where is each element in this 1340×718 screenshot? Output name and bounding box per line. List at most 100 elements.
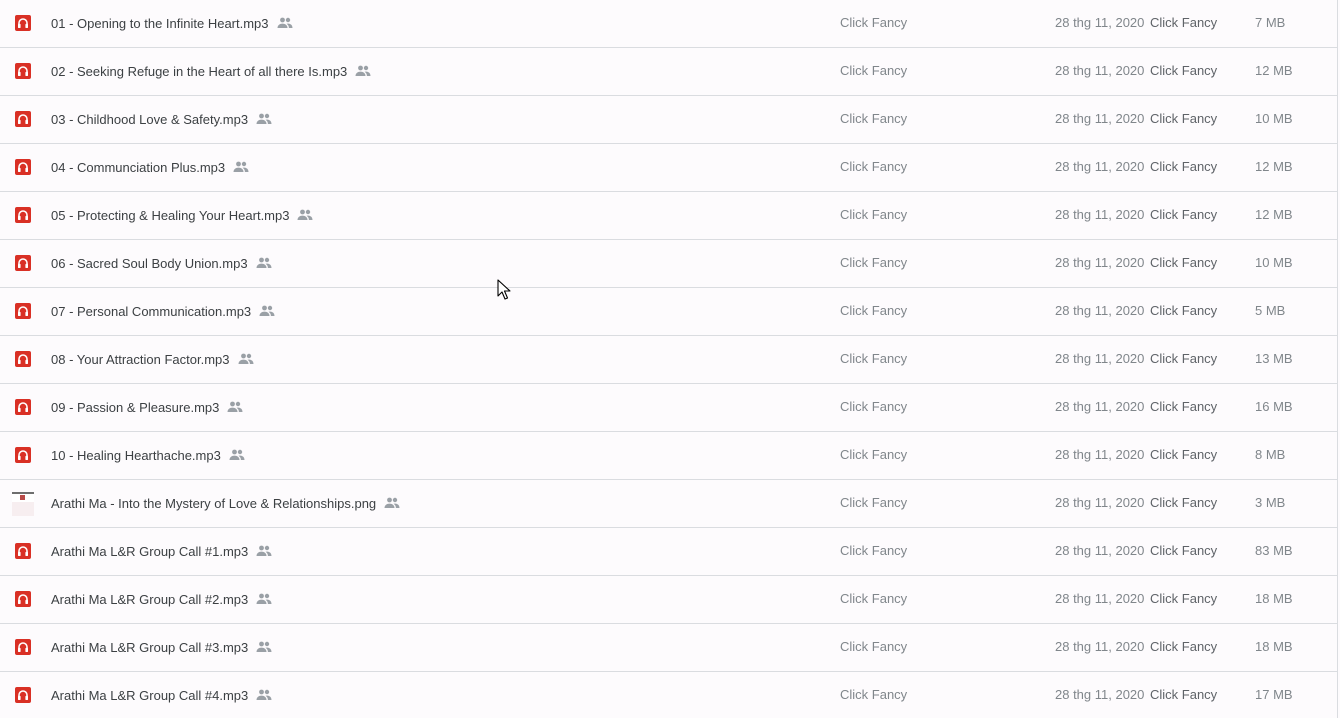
file-row[interactable]: 07 - Personal Communication.mp3 Click Fan… <box>0 288 1337 336</box>
modified-date: 28 thg 11, 2020 <box>1055 63 1145 78</box>
modified-by: Click Fancy <box>1150 447 1218 462</box>
owner: Click Fancy <box>840 207 908 222</box>
file-name[interactable]: 05 - Protecting & Healing Your Heart.mp3 <box>51 208 313 224</box>
people-shared-icon <box>238 353 254 365</box>
file-size: 18 MB <box>1255 591 1293 606</box>
owner: Click Fancy <box>840 351 908 366</box>
file-row[interactable]: 02 - Seeking Refuge in the Heart of all … <box>0 48 1337 96</box>
file-row[interactable]: Arathi Ma L&R Group Call #4.mp3 Click Fan… <box>0 672 1337 718</box>
file-name[interactable]: 06 - Sacred Soul Body Union.mp3 <box>51 256 272 272</box>
owner: Click Fancy <box>840 399 908 414</box>
audio-file-icon <box>15 15 31 31</box>
file-name[interactable]: 08 - Your Attraction Factor.mp3 <box>51 352 254 368</box>
people-shared-icon <box>229 449 245 461</box>
file-name[interactable]: 02 - Seeking Refuge in the Heart of all … <box>51 64 371 80</box>
file-name-text: Arathi Ma L&R Group Call #1.mp3 <box>51 544 249 559</box>
file-name[interactable]: 10 - Healing Hearthache.mp3 <box>51 448 245 464</box>
file-name[interactable]: 07 - Personal Communication.mp3 <box>51 304 275 320</box>
file-list: 01 - Opening to the Infinite Heart.mp3 Cl… <box>0 0 1338 718</box>
people-shared-icon <box>256 689 272 701</box>
file-name[interactable]: Arathi Ma L&R Group Call #3.mp3 <box>51 640 272 656</box>
file-name[interactable]: Arathi Ma L&R Group Call #4.mp3 <box>51 688 272 704</box>
modified-date: 28 thg 11, 2020 <box>1055 639 1145 654</box>
people-shared-icon <box>384 497 400 509</box>
audio-file-icon <box>15 543 31 559</box>
owner: Click Fancy <box>840 495 908 510</box>
file-row[interactable]: 09 - Passion & Pleasure.mp3 Click Fancy 28… <box>0 384 1337 432</box>
file-name[interactable]: 01 - Opening to the Infinite Heart.mp3 <box>51 16 293 32</box>
audio-file-icon <box>15 111 31 127</box>
people-shared-icon <box>256 257 272 269</box>
modified-date: 28 thg 11, 2020 <box>1055 207 1145 222</box>
file-name[interactable]: 03 - Childhood Love & Safety.mp3 <box>51 112 272 128</box>
people-shared-icon <box>259 305 275 317</box>
owner: Click Fancy <box>840 639 908 654</box>
modified-by: Click Fancy <box>1150 591 1218 606</box>
modified-date: 28 thg 11, 2020 <box>1055 255 1145 270</box>
file-size: 12 MB <box>1255 207 1293 222</box>
owner: Click Fancy <box>840 303 908 318</box>
file-size: 83 MB <box>1255 543 1293 558</box>
file-name-text: 06 - Sacred Soul Body Union.mp3 <box>51 256 248 271</box>
modified-by: Click Fancy <box>1150 207 1218 222</box>
audio-file-icon <box>15 351 31 367</box>
people-shared-icon <box>227 401 243 413</box>
file-size: 3 MB <box>1255 495 1286 510</box>
file-row[interactable]: 04 - Communciation Plus.mp3 Click Fancy 28… <box>0 144 1337 192</box>
file-row[interactable]: Arathi Ma L&R Group Call #1.mp3 Click Fan… <box>0 528 1337 576</box>
file-name-text: Arathi Ma - Into the Mystery of Love & R… <box>51 496 377 511</box>
audio-file-icon <box>15 639 31 655</box>
people-shared-icon <box>256 593 272 605</box>
file-name-text: 10 - Healing Hearthache.mp3 <box>51 448 221 463</box>
modified-date: 28 thg 11, 2020 <box>1055 159 1145 174</box>
owner: Click Fancy <box>840 543 908 558</box>
file-size: 18 MB <box>1255 639 1293 654</box>
file-row[interactable]: 05 - Protecting & Healing Your Heart.mp3… <box>0 192 1337 240</box>
file-size: 10 MB <box>1255 111 1293 126</box>
modified-by: Click Fancy <box>1150 687 1218 702</box>
file-size: 12 MB <box>1255 159 1293 174</box>
file-row[interactable]: Arathi Ma L&R Group Call #2.mp3 Click Fan… <box>0 576 1337 624</box>
file-size: 13 MB <box>1255 351 1293 366</box>
file-name-text: Arathi Ma L&R Group Call #3.mp3 <box>51 640 249 655</box>
people-shared-icon <box>297 209 313 221</box>
modified-date: 28 thg 11, 2020 <box>1055 15 1145 30</box>
modified-by: Click Fancy <box>1150 495 1218 510</box>
modified-date: 28 thg 11, 2020 <box>1055 495 1145 510</box>
modified-date: 28 thg 11, 2020 <box>1055 303 1145 318</box>
people-shared-icon <box>256 113 272 125</box>
audio-file-icon <box>15 447 31 463</box>
people-shared-icon <box>256 545 272 557</box>
audio-file-icon <box>15 63 31 79</box>
file-row[interactable]: 03 - Childhood Love & Safety.mp3 Click Fa… <box>0 96 1337 144</box>
modified-date: 28 thg 11, 2020 <box>1055 111 1145 126</box>
modified-by: Click Fancy <box>1150 63 1218 78</box>
file-name[interactable]: Arathi Ma L&R Group Call #2.mp3 <box>51 592 272 608</box>
file-row[interactable]: Arathi Ma L&R Group Call #3.mp3 Click Fan… <box>0 624 1337 672</box>
file-name-text: 02 - Seeking Refuge in the Heart of all … <box>51 64 348 79</box>
file-name[interactable]: Arathi Ma - Into the Mystery of Love & R… <box>51 496 400 512</box>
file-row[interactable]: 01 - Opening to the Infinite Heart.mp3 Cl… <box>0 0 1337 48</box>
file-name[interactable]: 04 - Communciation Plus.mp3 <box>51 160 249 176</box>
file-name-text: 07 - Personal Communication.mp3 <box>51 304 252 319</box>
modified-by: Click Fancy <box>1150 351 1218 366</box>
file-name[interactable]: Arathi Ma L&R Group Call #1.mp3 <box>51 544 272 560</box>
file-row[interactable]: 08 - Your Attraction Factor.mp3 Click Fan… <box>0 336 1337 384</box>
image-thumbnail-icon <box>12 492 34 516</box>
file-name-text: 04 - Communciation Plus.mp3 <box>51 160 226 175</box>
people-shared-icon <box>355 65 371 77</box>
modified-by: Click Fancy <box>1150 111 1218 126</box>
audio-file-icon <box>15 591 31 607</box>
file-row[interactable]: 06 - Sacred Soul Body Union.mp3 Click Fan… <box>0 240 1337 288</box>
file-name[interactable]: 09 - Passion & Pleasure.mp3 <box>51 400 243 416</box>
file-row[interactable]: Arathi Ma - Into the Mystery of Love & R… <box>0 480 1337 528</box>
file-name-text: Arathi Ma L&R Group Call #4.mp3 <box>51 688 249 703</box>
file-name-text: Arathi Ma L&R Group Call #2.mp3 <box>51 592 249 607</box>
modified-by: Click Fancy <box>1150 15 1218 30</box>
modified-date: 28 thg 11, 2020 <box>1055 591 1145 606</box>
file-name-text: 01 - Opening to the Infinite Heart.mp3 <box>51 16 269 31</box>
modified-date: 28 thg 11, 2020 <box>1055 351 1145 366</box>
audio-file-icon <box>15 687 31 703</box>
audio-file-icon <box>15 399 31 415</box>
file-row[interactable]: 10 - Healing Hearthache.mp3 Click Fancy 28… <box>0 432 1337 480</box>
